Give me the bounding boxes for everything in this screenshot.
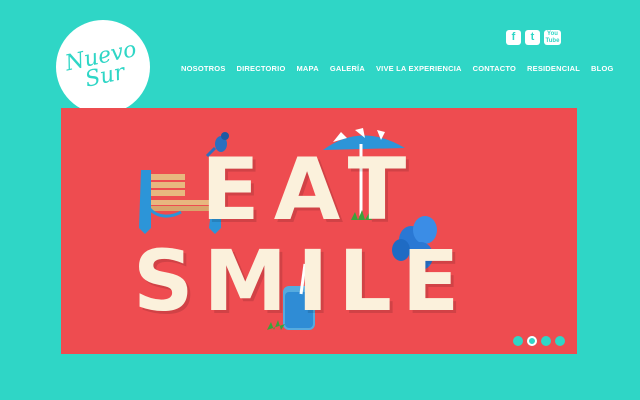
logo-text: Nuevo Sur <box>63 37 143 94</box>
nav-item-mapa[interactable]: MAPA <box>296 64 318 73</box>
hero-banner[interactable]: EAT SMILE <box>61 108 577 354</box>
nav-item-galeria[interactable]: GALERÍA <box>330 64 365 73</box>
nav-item-directorio[interactable]: DIRECTORIO <box>237 64 286 73</box>
slider-pagination <box>513 336 565 346</box>
youtube-icon-bottom: Tube <box>545 38 560 44</box>
social-links: f t You Tube <box>506 30 561 45</box>
slider-dot-4[interactable] <box>555 336 565 346</box>
twitter-icon[interactable]: t <box>525 30 540 45</box>
hero-headline-line-2: SMILE <box>133 232 470 330</box>
slider-dot-3[interactable] <box>541 336 551 346</box>
nav-item-contacto[interactable]: CONTACTO <box>473 64 516 73</box>
logo[interactable]: Nuevo Sur <box>56 20 150 114</box>
slider-dot-1[interactable] <box>513 336 523 346</box>
nav-item-blog[interactable]: BLOG <box>591 64 613 73</box>
youtube-icon-top: You <box>547 31 558 37</box>
nav-item-vive-la-experiencia[interactable]: VIVE LA EXPERIENCIA <box>376 64 462 73</box>
nav-item-nosotros[interactable]: NOSOTROS <box>181 64 226 73</box>
hero-headline-line-1: EAT <box>201 140 421 240</box>
main-nav: NOSOTROS DIRECTORIO MAPA GALERÍA VIVE LA… <box>181 64 625 73</box>
youtube-icon[interactable]: You Tube <box>544 30 561 45</box>
slider-dot-2[interactable] <box>527 336 537 346</box>
facebook-icon[interactable]: f <box>506 30 521 45</box>
nav-item-residencial[interactable]: RESIDENCIAL <box>527 64 580 73</box>
